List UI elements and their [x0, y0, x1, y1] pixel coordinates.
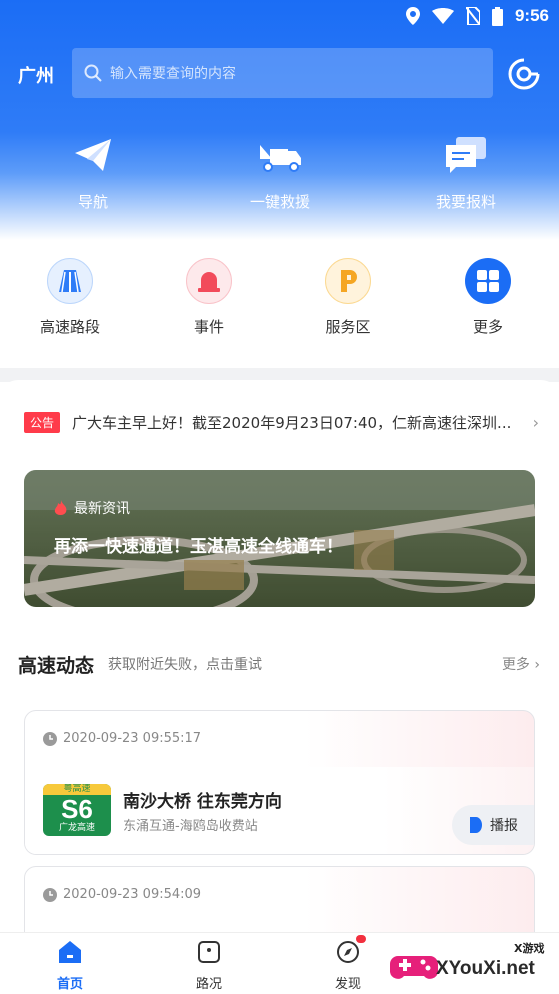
banner-tag: 最新资讯 [54, 498, 130, 518]
site-watermark: X游戏 XYouXi.net [390, 938, 559, 994]
section-header: 高速动态 获取附近失败，点击重试 更多 › [18, 650, 540, 678]
road-condition-icon [198, 941, 220, 963]
category-label: 服务区 [325, 318, 371, 336]
category-label: 高速路段 [39, 318, 100, 336]
event-time-text: 2020-09-23 09:55:17 [63, 731, 202, 746]
battery-icon [491, 6, 503, 26]
section-more-label: 更多 [501, 657, 530, 673]
alarm-light-icon [186, 258, 232, 304]
category-highway[interactable]: 高速路段 [20, 258, 120, 337]
top-bar: 广州 输入需要查询的内容 [0, 48, 559, 98]
news-banner[interactable]: 最新资讯 再添一快速通道！玉湛高速全线通车！ [24, 470, 535, 607]
paper-plane-icon [75, 139, 111, 171]
event-card-body: 粤高速 S6 广龙高速 南沙大桥 往东莞方向 东涌互通-海鸥岛收费站 播报 [25, 767, 534, 854]
search-input[interactable]: 输入需要查询的内容 [72, 48, 493, 98]
watermark-text: XYouXi.net [436, 958, 535, 979]
tab-road-condition[interactable]: 路况 [169, 939, 249, 992]
tab-label: 路况 [195, 977, 222, 992]
banner-tag-label: 最新资讯 [74, 501, 130, 517]
highway-shield-badge: 粤高速 S6 广龙高速 [43, 784, 111, 836]
home-icon [59, 941, 81, 963]
category-incident[interactable]: 事件 [159, 258, 259, 337]
quick-action-report[interactable]: 我要报料 [386, 135, 546, 212]
shield-bottom-label: 广龙高速 [58, 823, 95, 833]
section-more-link[interactable]: 更多 › [502, 654, 540, 674]
broadcast-label: 播报 [490, 818, 518, 834]
notice-badge: 公告 [24, 411, 61, 433]
compass-icon [337, 941, 359, 963]
play-icon [470, 817, 482, 833]
search-icon [84, 64, 102, 82]
clock-icon [43, 731, 57, 746]
notification-dot [356, 935, 366, 943]
event-time: 2020-09-23 09:54:09 [43, 887, 201, 902]
category-grid: 高速路段 事件 服务区 更多 [0, 258, 559, 348]
event-road-segment: 东涌互通-海鸥岛收费站 [123, 819, 258, 834]
parking-p-icon [325, 258, 371, 304]
highway-icon [47, 258, 93, 304]
quick-action-label: 我要报料 [435, 193, 496, 211]
status-time: 9:56 [514, 6, 549, 25]
scan-icon [508, 58, 540, 90]
content-panel: 公告 广大车主早上好！截至2020年9月23日07:40，仁新高速往深圳... … [0, 380, 559, 994]
category-more[interactable]: 更多 [438, 258, 538, 337]
section-title: 高速动态 [18, 654, 95, 677]
section-retry-text[interactable]: 获取附近失败，点击重试 [108, 654, 262, 674]
broadcast-button[interactable]: 播报 [452, 805, 534, 845]
grid-icon [465, 258, 511, 304]
tab-home[interactable]: 首页 [30, 939, 110, 992]
event-card[interactable]: 2020-09-23 09:55:17 粤高速 S6 广龙高速 南沙大桥 往东莞… [24, 710, 535, 855]
gamepad-logo-icon [390, 956, 438, 979]
fire-icon [54, 500, 67, 516]
wifi-icon [431, 8, 454, 24]
shield-code: S6 [61, 794, 93, 824]
tab-discover[interactable]: 发现 [308, 935, 388, 992]
notice-text: 广大车主早上好！截至2020年9月23日07:40，仁新高速往深圳... [72, 413, 512, 432]
category-label: 更多 [472, 318, 503, 336]
chevron-right-icon: › [532, 413, 539, 432]
tab-label: 发现 [334, 977, 361, 992]
tow-truck-icon [260, 145, 301, 172]
city-selector[interactable]: 广州 [18, 62, 54, 88]
clock-icon [43, 887, 57, 902]
status-bar: 9:56 [0, 0, 559, 34]
quick-action-label: 导航 [77, 193, 108, 211]
quick-action-navigation[interactable]: 导航 [13, 135, 173, 212]
banner-title: 再添一快速通道！玉湛高速全线通车！ [54, 537, 343, 557]
tab-label: 首页 [56, 977, 83, 992]
event-road-name: 南沙大桥 往东莞方向 [123, 792, 282, 812]
quick-action-rescue[interactable]: 一键救援 [200, 135, 360, 212]
scan-button[interactable] [506, 56, 542, 92]
no-sim-icon [465, 7, 480, 25]
watermark-small-text: X游戏 [514, 942, 545, 955]
category-service-area[interactable]: 服务区 [298, 258, 398, 337]
quick-action-label: 一键救援 [249, 193, 310, 211]
category-label: 事件 [193, 318, 224, 336]
notice-bar[interactable]: 公告 广大车主早上好！截至2020年9月23日07:40，仁新高速往深圳... … [24, 410, 539, 434]
event-time-text: 2020-09-23 09:54:09 [63, 887, 202, 902]
chat-report-icon [446, 137, 486, 173]
event-time: 2020-09-23 09:55:17 [43, 731, 201, 746]
search-placeholder: 输入需要查询的内容 [110, 66, 236, 82]
location-icon [405, 7, 420, 25]
